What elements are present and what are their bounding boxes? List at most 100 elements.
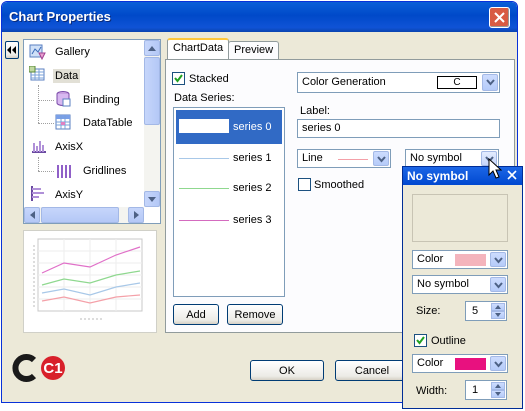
scroll-up-button[interactable]: [144, 40, 160, 56]
size-stepper[interactable]: 5: [465, 301, 507, 321]
tree-item-data[interactable]: Data: [53, 69, 81, 83]
dropdown-button[interactable]: [490, 356, 506, 371]
outline-checkbox[interactable]: [414, 334, 427, 347]
logo-text: C1: [43, 360, 62, 377]
line-style-combo[interactable]: Line: [297, 149, 391, 168]
series-line-sample: [179, 188, 229, 189]
tree-item-axisx[interactable]: AxisX: [55, 141, 83, 153]
dropdown-button[interactable]: [373, 151, 389, 166]
datatable-icon: [54, 113, 72, 131]
tab-label: Preview: [234, 44, 274, 56]
popup-title: No symbol: [407, 169, 469, 183]
window-title: Chart Properties: [9, 9, 111, 24]
add-series-button[interactable]: Add: [173, 304, 219, 325]
tree-item-gallery[interactable]: Gallery: [55, 46, 90, 58]
tree-connector: [38, 171, 54, 172]
fill-color-combo[interactable]: Color: [412, 250, 508, 269]
tree-item-axisy[interactable]: AxisY: [55, 189, 83, 201]
chevron-down-icon: [377, 156, 386, 163]
close-icon: [507, 170, 517, 180]
width-label: Width:: [416, 385, 448, 397]
series-label: series 1: [233, 152, 272, 164]
checkmark-icon: [416, 336, 425, 345]
width-up-button[interactable]: [491, 382, 505, 390]
arrow-right-icon: [134, 211, 139, 219]
chevron-down-icon: [494, 257, 503, 264]
color-generation-label: Color Generation: [302, 76, 386, 88]
scroll-thumb[interactable]: [144, 57, 160, 125]
tree-item-datatable[interactable]: DataTable: [83, 117, 133, 129]
tree-connector: [38, 100, 54, 101]
chart-preview-thumbnail: [23, 230, 157, 333]
title-bar[interactable]: Chart Properties: [2, 2, 517, 32]
symbol-preview-box: [412, 194, 508, 242]
dropdown-button[interactable]: [482, 74, 498, 91]
arrow-up-icon: [148, 46, 156, 51]
scroll-right-button[interactable]: [128, 207, 144, 223]
symbol-popup: No symbol Color No symbol Size: 5 Outlin…: [402, 166, 523, 409]
color-generation-value: C: [453, 77, 461, 88]
tree-item-gridlines[interactable]: Gridlines: [83, 165, 126, 177]
smoothed-label: Smoothed: [314, 179, 365, 191]
popup-close-button[interactable]: [507, 170, 519, 182]
dropdown-button[interactable]: [490, 277, 506, 292]
series-item-selected[interactable]: series 0: [176, 110, 282, 144]
series-label: series 3: [233, 214, 272, 226]
width-value: 1: [472, 384, 479, 396]
cancel-button[interactable]: Cancel: [335, 360, 409, 381]
ok-button[interactable]: OK: [250, 360, 324, 381]
data-series-header: Data Series:: [174, 92, 235, 104]
scroll-thumb-horizontal[interactable]: [41, 207, 119, 223]
smoothed-checkbox[interactable]: [298, 178, 311, 191]
width-stepper[interactable]: 1: [465, 380, 507, 400]
arrow-down-icon: [495, 392, 501, 396]
line-color-sample: [338, 159, 368, 160]
scroll-down-button[interactable]: [144, 191, 160, 207]
width-down-button[interactable]: [491, 390, 505, 398]
close-icon: [494, 12, 505, 23]
series-swatch: [179, 119, 229, 133]
symbol-type-value: No symbol: [417, 278, 469, 290]
size-up-button[interactable]: [491, 303, 505, 311]
series-item[interactable]: series 1: [176, 146, 282, 172]
outline-label: Outline: [431, 335, 466, 347]
tree-horizontal-scrollbar[interactable]: [24, 207, 144, 223]
color-generation-combo[interactable]: Color Generation C: [297, 72, 500, 93]
line-style-value: Line: [302, 152, 323, 164]
binding-icon: [54, 90, 72, 108]
size-down-button[interactable]: [491, 311, 505, 319]
symbol-type-combo[interactable]: No symbol: [412, 275, 508, 294]
tree-vertical-scrollbar[interactable]: [144, 40, 160, 207]
color-generation-value-box: C: [437, 76, 477, 89]
fill-color-label: Color: [417, 253, 444, 265]
series-label: series 0: [233, 121, 272, 133]
tree-item-binding[interactable]: Binding: [83, 94, 120, 106]
series-item[interactable]: series 3: [176, 208, 282, 234]
outline-color-combo[interactable]: Color: [412, 354, 508, 373]
label-caption: Label:: [300, 105, 330, 117]
tab-chartdata[interactable]: ChartData: [167, 38, 230, 60]
arrow-up-icon: [495, 384, 501, 388]
tab-label: ChartData: [173, 42, 224, 54]
popup-title-bar[interactable]: No symbol: [403, 167, 522, 185]
chevron-down-icon: [494, 282, 503, 289]
chevron-down-icon: [486, 79, 495, 86]
outline-color-label: Color: [417, 357, 444, 369]
data-icon: [28, 65, 47, 84]
tab-preview[interactable]: Preview: [228, 41, 280, 60]
data-series-list[interactable]: series 0 series 1 series 2 series 3: [173, 107, 285, 297]
label-input[interactable]: series 0: [297, 119, 500, 138]
properties-tree[interactable]: Gallery Data Binding DataTable AxisX Gri…: [23, 39, 161, 224]
cursor-arrow-icon: [488, 157, 503, 179]
close-button[interactable]: [489, 7, 510, 28]
scroll-left-button[interactable]: [24, 207, 40, 223]
chevron-down-icon: [494, 361, 503, 368]
gallery-icon: [29, 43, 47, 61]
stacked-checkbox[interactable]: [172, 72, 185, 85]
dropdown-button[interactable]: [490, 252, 506, 267]
outline-color-swatch: [455, 358, 486, 370]
remove-series-button[interactable]: Remove: [227, 304, 283, 325]
collapse-panel-button[interactable]: [5, 41, 19, 59]
series-item[interactable]: series 2: [176, 176, 282, 202]
c1-logo: C1: [12, 354, 68, 382]
